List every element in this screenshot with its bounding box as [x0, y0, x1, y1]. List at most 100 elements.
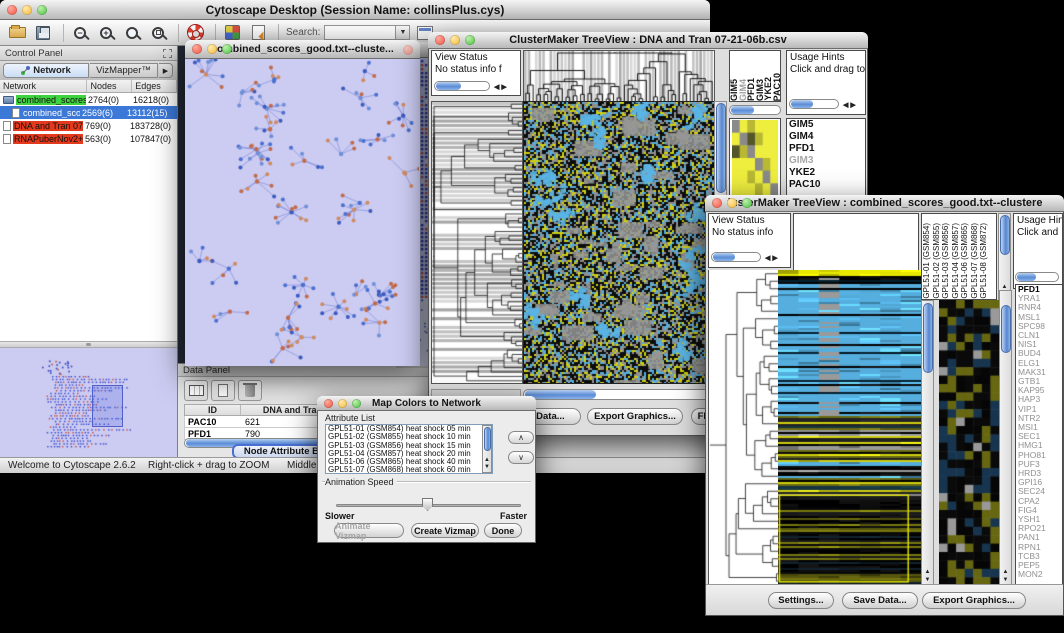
zoom-window-icon[interactable] [465, 35, 475, 45]
dialog-button-1[interactable]: Create Vizmap [411, 523, 479, 538]
main-titlebar[interactable]: Cytoscape Desktop (Session Name: collins… [0, 0, 710, 20]
column-labels-scrollbar[interactable] [729, 105, 781, 115]
col-id[interactable]: ID [185, 405, 241, 415]
attribute-list-scrollbar[interactable]: ▲▼ [482, 425, 492, 473]
close-icon[interactable] [7, 5, 17, 15]
float-panel-icon[interactable] [163, 49, 172, 58]
row-id: PAC10 [185, 417, 241, 427]
status-welcome: Welcome to Cytoscape 2.6.2 [8, 460, 136, 471]
search-input[interactable] [324, 25, 396, 40]
move-down-button[interactable]: ∨ [508, 451, 534, 464]
row-dendrogram[interactable] [431, 101, 523, 384]
treeview2-zoom-heatmap[interactable] [939, 300, 999, 585]
open-folder-icon[interactable] [6, 22, 28, 43]
column-label[interactable]: GPL51-08 (GSM872) [979, 223, 989, 299]
scroll-arrows-icon[interactable]: ◀▶ [765, 253, 780, 265]
col-nodes[interactable]: Nodes [87, 80, 132, 92]
zoom-out-icon[interactable]: − [69, 22, 91, 43]
row-label[interactable]: GIM4 [787, 131, 865, 143]
column-label[interactable]: GPL51-06 (GSM865) [960, 223, 970, 299]
zoom-window-icon[interactable] [222, 44, 232, 54]
network-row[interactable]: RNAPuberNov2+I563(0)107847(0) [0, 132, 177, 145]
slider-thumb[interactable] [422, 498, 433, 511]
row-label[interactable]: MON2 [1016, 570, 1062, 579]
column-label[interactable]: GPL51-07 (GSM868) [970, 223, 980, 299]
delete-attribute-button[interactable] [238, 380, 262, 401]
tv2-button-1[interactable]: Save Data... [842, 592, 918, 609]
row-label[interactable]: YKE2 [787, 167, 865, 179]
minimize-icon[interactable] [338, 399, 347, 408]
column-label[interactable]: GPL51-03 (GSM856) [941, 223, 951, 299]
treeview1-titlebar[interactable]: ClusterMaker TreeView : DNA and Tran 07-… [428, 32, 868, 49]
tv1-button-1[interactable]: Export Graphics... [587, 408, 683, 425]
tv2-button-2[interactable]: Export Graphics... [922, 592, 1026, 609]
row-label[interactable]: PFD1 [787, 143, 865, 155]
network-view-titlebar[interactable]: combined_scores_good.txt--cluste... [185, 40, 420, 59]
treeview2-heatmap[interactable] [778, 270, 921, 585]
attribute-item[interactable]: GPL51-07 (GSM868) heat shock 60 min [326, 466, 482, 474]
column-labels-scrollbar[interactable]: ▲▼ [998, 213, 1011, 300]
minimize-icon[interactable] [207, 44, 217, 54]
heatmap-vscrollbar[interactable]: ▲▼ [921, 300, 934, 585]
close-icon[interactable] [403, 45, 413, 55]
attribute-table-button[interactable] [184, 380, 208, 401]
dialog-button-2[interactable]: Done [484, 523, 522, 538]
row-label[interactable]: PAC10 [787, 179, 865, 191]
heatmap-hscrollbar[interactable] [523, 389, 713, 400]
minimize-icon[interactable] [450, 35, 460, 45]
minimize-icon[interactable] [727, 198, 737, 208]
column-label[interactable]: PAC10 [773, 73, 782, 101]
column-dendrogram[interactable] [523, 50, 715, 102]
row-label[interactable]: GIM3 [787, 155, 865, 167]
zoom-window-icon[interactable] [352, 399, 361, 408]
usage-hints-scrollbar[interactable] [789, 99, 839, 109]
row-labels-hscrollbar[interactable] [1015, 272, 1059, 282]
control-panel-tabs: Network VizMapper™ ▶ [0, 61, 177, 80]
panel-divider[interactable] [0, 341, 177, 348]
col-network[interactable]: Network [0, 80, 87, 92]
view-status-scrollbar[interactable] [711, 252, 761, 262]
row-dendrogram[interactable] [708, 270, 779, 585]
birdseye-viewport[interactable] [92, 385, 123, 427]
close-icon[interactable] [192, 44, 202, 54]
dialog-button-0[interactable]: Animate Vizmap [334, 523, 404, 538]
treeview1-zoom-heatmap[interactable] [732, 120, 778, 196]
view-status-scrollbar[interactable] [434, 81, 490, 91]
search-dropdown-icon[interactable]: ▼ [396, 25, 410, 40]
close-icon[interactable] [712, 198, 722, 208]
zoom-heatmap-vscrollbar[interactable]: ▲▼ [999, 290, 1012, 585]
move-up-button[interactable]: ∧ [508, 431, 534, 444]
tab-vizmapper[interactable]: VizMapper™ [90, 63, 158, 78]
network-row[interactable]: combined_scores2764(0)16218(0) [0, 93, 177, 106]
zoom-selected-icon[interactable] [121, 22, 143, 43]
save-icon[interactable] [32, 22, 54, 43]
network-row[interactable]: DNA and Tran 07769(0)183728(0) [0, 119, 177, 132]
col-edges[interactable]: Edges [132, 80, 177, 92]
tab-overflow-arrow[interactable]: ▶ [159, 63, 173, 78]
close-icon[interactable] [324, 399, 333, 408]
scroll-arrows-icon[interactable]: ◀▶ [494, 82, 509, 94]
tv2-button-0[interactable]: Settings... [768, 592, 834, 609]
column-label[interactable]: GPL51-04 (GSM857) [951, 223, 961, 299]
zoom-window-icon[interactable] [37, 5, 47, 15]
treeview1-heatmap[interactable] [523, 101, 715, 384]
close-icon[interactable] [435, 35, 445, 45]
birdseye-view[interactable] [0, 348, 177, 457]
minimize-icon[interactable] [22, 5, 32, 15]
network-edges: 183728(0) [128, 121, 173, 131]
network-row[interactable]: combined_sco2569(6)13112(15) [0, 106, 177, 119]
zoom-fit-icon[interactable] [147, 22, 169, 43]
treeview2-titlebar[interactable]: ClusterMaker TreeView : combined_scores_… [705, 195, 1064, 212]
zoom-in-icon[interactable]: + [95, 22, 117, 43]
row-label[interactable]: GIM5 [787, 119, 865, 131]
scroll-arrows-icon[interactable]: ◀▶ [843, 100, 858, 112]
zoom-window-icon[interactable] [742, 198, 752, 208]
network-graph-canvas[interactable] [186, 59, 419, 365]
new-attribute-button[interactable] [211, 380, 235, 401]
animation-speed-slider[interactable] [336, 498, 521, 512]
column-label[interactable]: GPL51-02 (GSM855) [932, 223, 942, 299]
tab-network[interactable]: Network [3, 63, 89, 78]
network-nodes: 2764(0) [86, 95, 131, 105]
column-label[interactable]: GPL51-01 (GSM854) [922, 223, 932, 299]
dialog-titlebar[interactable]: Map Colors to Network [317, 396, 536, 411]
